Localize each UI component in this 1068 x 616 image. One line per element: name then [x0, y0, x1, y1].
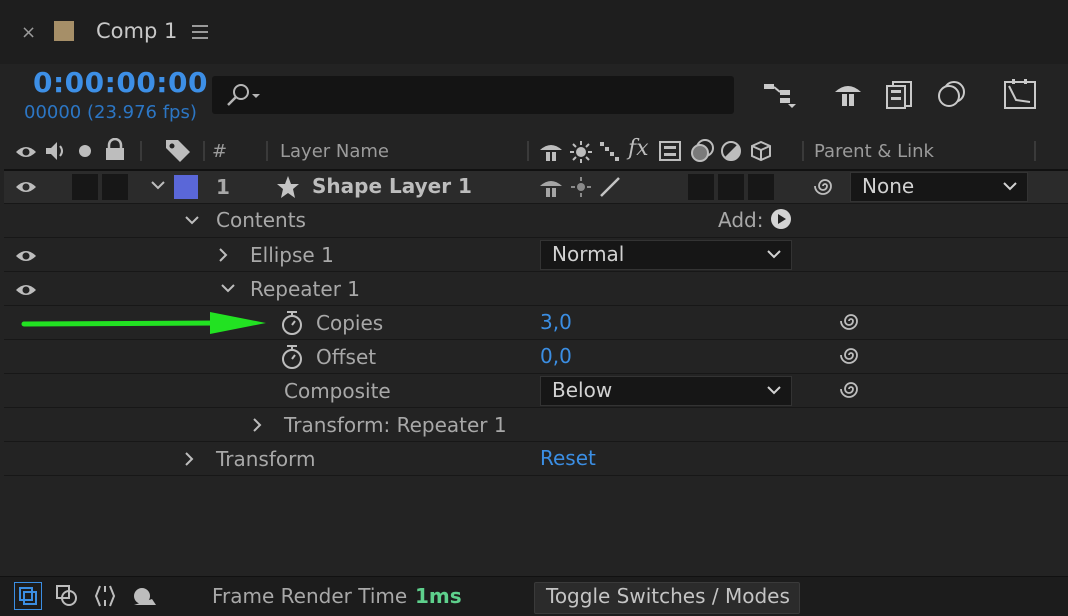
- add-label: Add:: [718, 208, 764, 232]
- layer-collapse-switch-icon[interactable]: [570, 176, 592, 198]
- motion-blur-icon[interactable]: [936, 80, 968, 110]
- solo-icon[interactable]: [78, 144, 92, 158]
- frame-render-time-label: Frame Render Time: [212, 584, 408, 608]
- video-visibility-icon[interactable]: [14, 142, 38, 162]
- transform-repeater-label[interactable]: Transform: Repeater 1: [284, 413, 507, 437]
- stopwatch-icon[interactable]: [280, 344, 304, 370]
- adjustment-cell[interactable]: [718, 174, 744, 200]
- offset-label: Offset: [316, 345, 377, 369]
- render-time-icon[interactable]: [130, 583, 160, 609]
- reset-link[interactable]: Reset: [540, 446, 596, 470]
- blend-mode-value: Normal: [552, 242, 625, 266]
- comp-tab-title[interactable]: Comp 1: [96, 19, 177, 43]
- layer-switches-toggle[interactable]: [14, 582, 42, 610]
- stopwatch-icon[interactable]: [280, 310, 304, 336]
- copies-value[interactable]: 3,0: [540, 310, 572, 334]
- ellipse-row[interactable]: [4, 238, 1068, 272]
- layer-search-input[interactable]: [212, 76, 734, 114]
- frame-rate-display: 00000 (23.976 fps): [24, 102, 197, 123]
- 3d-cell[interactable]: [748, 174, 774, 200]
- collapse-transformations-icon[interactable]: [570, 141, 592, 163]
- contents-row: [4, 204, 1068, 238]
- transform-repeater-row[interactable]: [4, 408, 1068, 442]
- chevron-down-icon[interactable]: [766, 385, 782, 397]
- offset-row: [4, 340, 1068, 374]
- add-menu-play-icon[interactable]: [770, 208, 792, 230]
- motion-blur-switch-icon[interactable]: [688, 138, 716, 164]
- column-divider: [140, 141, 142, 161]
- frame-render-time-value: 1ms: [415, 584, 462, 608]
- column-divider: [266, 141, 268, 161]
- layer-number: 1: [216, 175, 230, 199]
- draft-3d-icon[interactable]: [832, 80, 864, 108]
- chevron-down-icon[interactable]: [766, 249, 782, 261]
- composite-label: Composite: [284, 379, 391, 403]
- contents-label: Contents: [216, 208, 306, 232]
- chevron-right-icon[interactable]: [252, 417, 264, 433]
- parent-link-column-header[interactable]: Parent & Link: [814, 141, 934, 162]
- parent-dropdown-value: None: [862, 174, 915, 198]
- layer-name[interactable]: Shape Layer 1: [312, 174, 472, 198]
- chevron-down-icon[interactable]: [184, 215, 200, 227]
- layer-number-column-header: #: [212, 141, 228, 162]
- layer-visibility-eye-icon[interactable]: [14, 177, 38, 197]
- ellipse-label[interactable]: Ellipse 1: [250, 243, 334, 267]
- repeater-row[interactable]: [4, 272, 1068, 306]
- composite-row: [4, 374, 1068, 408]
- close-tab-icon[interactable]: ×: [21, 22, 36, 43]
- ellipse-visibility-eye-icon[interactable]: [14, 246, 38, 266]
- shy-switch-icon[interactable]: [538, 140, 564, 162]
- frame-blending-icon[interactable]: [885, 80, 915, 110]
- transfer-controls-icon[interactable]: [54, 583, 80, 609]
- chevron-right-icon[interactable]: [218, 247, 230, 263]
- composite-value: Below: [552, 378, 613, 402]
- panel-menu-icon[interactable]: [192, 25, 210, 39]
- toggle-switches-modes-label: Toggle Switches / Modes: [546, 584, 790, 608]
- green-arrow-annotation: [20, 310, 270, 338]
- copies-label: Copies: [316, 311, 384, 335]
- layer-label-color[interactable]: [174, 175, 198, 199]
- effects-column-icon[interactable]: fx: [628, 136, 649, 161]
- offset-value[interactable]: 0,0: [540, 344, 572, 368]
- chevron-right-icon[interactable]: [184, 451, 196, 467]
- audio-icon[interactable]: [44, 140, 68, 162]
- layer-quality-switch-icon[interactable]: [598, 175, 622, 199]
- chevron-down-icon[interactable]: [1002, 181, 1018, 193]
- in-out-duration-icon[interactable]: [92, 583, 118, 609]
- repeater-label[interactable]: Repeater 1: [250, 277, 360, 301]
- graph-editor-icon[interactable]: [1002, 78, 1038, 110]
- search-icon[interactable]: [224, 82, 264, 108]
- column-divider: [802, 141, 804, 161]
- solo-cell[interactable]: [72, 174, 98, 200]
- lock-cell[interactable]: [102, 174, 128, 200]
- shape-layer-star-icon: [276, 175, 300, 199]
- adjustment-layer-icon[interactable]: [720, 140, 742, 162]
- transform-row[interactable]: [4, 442, 1068, 476]
- label-tag-icon[interactable]: [164, 138, 192, 164]
- transform-label[interactable]: Transform: [216, 447, 315, 471]
- expression-pick-whip-icon[interactable]: [840, 378, 862, 400]
- 3d-layer-icon[interactable]: [750, 140, 772, 162]
- column-divider: [1034, 141, 1036, 161]
- frame-blend-switch-icon[interactable]: [658, 140, 682, 162]
- lock-icon[interactable]: [104, 138, 126, 162]
- chevron-down-icon[interactable]: [150, 180, 166, 192]
- column-divider: [203, 141, 205, 161]
- quality-icon[interactable]: [598, 140, 622, 162]
- expression-pick-whip-icon[interactable]: [840, 344, 862, 366]
- composition-flowchart-icon[interactable]: [762, 80, 802, 110]
- layer-shy-switch-icon[interactable]: [538, 176, 564, 198]
- expression-pick-whip-icon[interactable]: [840, 310, 862, 332]
- chevron-down-icon[interactable]: [220, 283, 236, 295]
- parent-pick-whip-icon[interactable]: [814, 175, 836, 197]
- comp-color-swatch: [54, 21, 74, 41]
- current-time-display[interactable]: 0:00:00:00: [33, 66, 208, 99]
- layer-name-column-header[interactable]: Layer Name: [280, 141, 389, 162]
- repeater-visibility-eye-icon[interactable]: [14, 280, 38, 300]
- column-divider: [527, 141, 529, 161]
- motion-blur-cell[interactable]: [688, 174, 714, 200]
